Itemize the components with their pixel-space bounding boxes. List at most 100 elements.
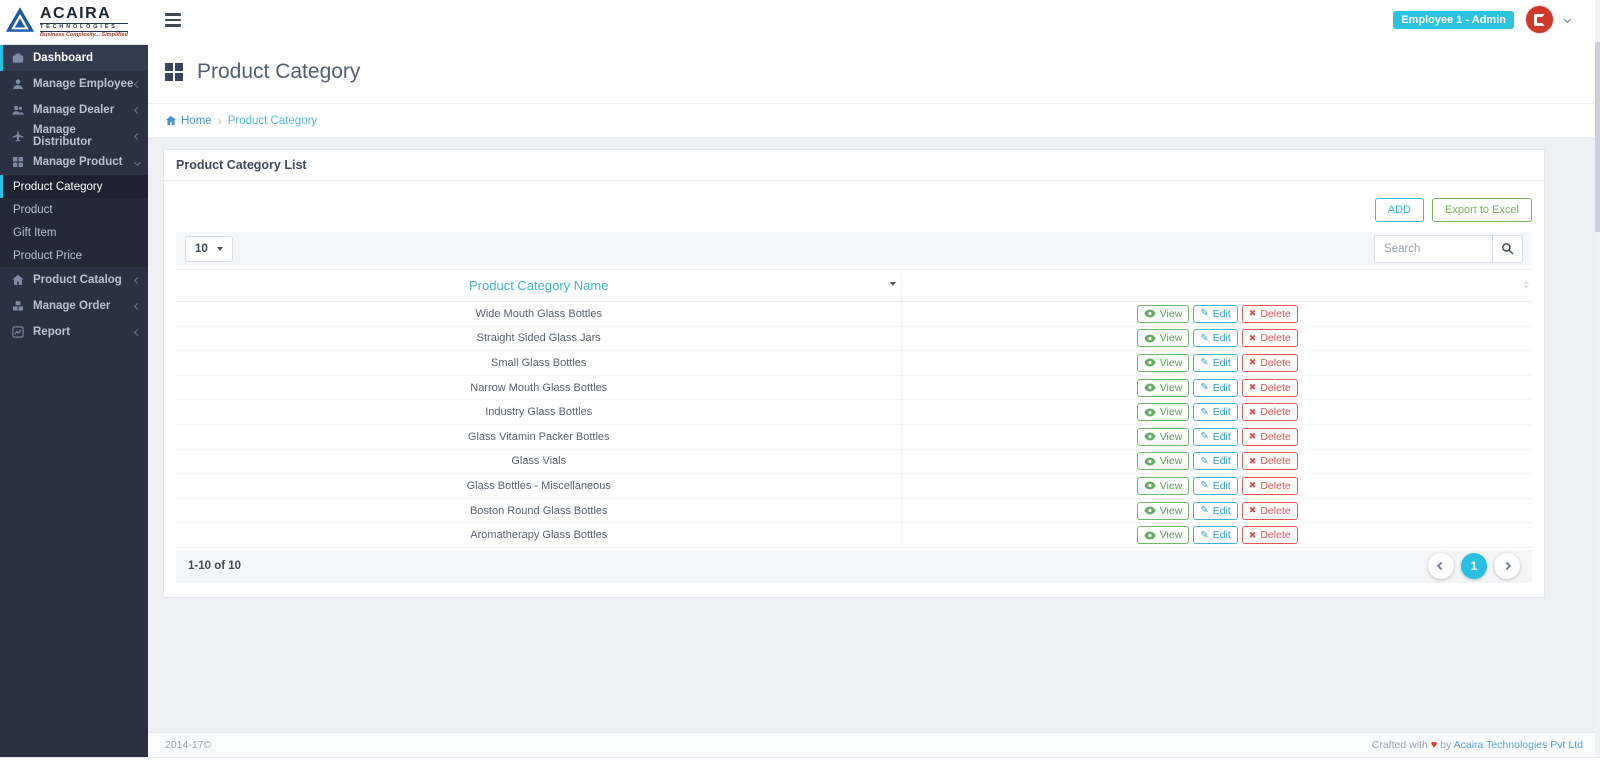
delete-button[interactable]: ✖ Delete	[1242, 428, 1298, 446]
table-body: Wide Mouth Glass Bottles View ✎ Edit ✖ D…	[176, 302, 1532, 548]
sidebar-item-manage-product[interactable]: Manage Product	[0, 149, 148, 175]
sidebar-item-label: Product Category	[13, 181, 140, 193]
avatar[interactable]	[1526, 6, 1553, 33]
table-row: Straight Sided Glass Jars View ✎ Edit ✖ …	[176, 327, 1532, 352]
actions-cell: View ✎ Edit ✖ Delete	[901, 302, 1532, 326]
x-icon: ✖	[1249, 456, 1257, 467]
edit-button[interactable]: ✎ Edit	[1193, 526, 1237, 544]
pagination-next-button[interactable]	[1494, 553, 1520, 579]
sidebar-item-manage-distributor[interactable]: Manage Distributor	[0, 123, 148, 149]
pencil-icon: ✎	[1200, 530, 1208, 541]
delete-button[interactable]: ✖ Delete	[1242, 305, 1298, 323]
search-button[interactable]	[1492, 235, 1523, 263]
view-button[interactable]: View	[1137, 477, 1190, 495]
boxes-icon	[12, 300, 26, 312]
logo[interactable]: ACAIRA TECHNOLOGIES Business Complexity.…	[0, 0, 148, 45]
view-button[interactable]: View	[1137, 428, 1190, 446]
pencil-icon: ✎	[1200, 357, 1208, 368]
logo-name: ACAIRA	[40, 6, 128, 22]
column-header-actions[interactable]	[901, 270, 1532, 301]
view-button[interactable]: View	[1137, 502, 1190, 520]
view-button[interactable]: View	[1137, 379, 1190, 397]
column-header-product-category-name[interactable]: Product Category Name	[176, 278, 901, 293]
sidebar-item-product-price[interactable]: Product Price	[0, 244, 148, 267]
chart-icon	[12, 326, 26, 338]
topbar: Employee 1 - Admin	[148, 0, 1600, 40]
sidebar-item-report[interactable]: Report	[0, 319, 148, 345]
user-role-badge[interactable]: Employee 1 - Admin	[1393, 11, 1514, 29]
delete-button[interactable]: ✖ Delete	[1242, 526, 1298, 544]
view-button[interactable]: View	[1137, 403, 1190, 421]
add-button[interactable]: ADD	[1375, 198, 1424, 222]
company-link[interactable]: Acaira Technologies Pvt Ltd	[1454, 739, 1583, 751]
hamburger-menu-icon[interactable]	[165, 13, 181, 30]
sidebar-item-manage-employee[interactable]: Manage Employee	[0, 71, 148, 97]
delete-button[interactable]: ✖ Delete	[1242, 452, 1298, 470]
view-button[interactable]: View	[1137, 305, 1190, 323]
briefcase-icon	[12, 52, 26, 64]
sidebar-item-product[interactable]: Product	[0, 198, 148, 221]
scrollbar-thumb[interactable]	[1595, 42, 1600, 232]
pencil-icon: ✎	[1200, 308, 1208, 319]
chevron-icon	[134, 328, 141, 335]
eye-icon	[1144, 481, 1156, 490]
table-row: Glass Vials View ✎ Edit ✖ Delete	[176, 450, 1532, 475]
actions-cell: View ✎ Edit ✖ Delete	[901, 376, 1532, 400]
sidebar-item-product-category[interactable]: Product Category	[0, 175, 148, 198]
table-row: Glass Vitamin Packer Bottles View ✎ Edit…	[176, 425, 1532, 450]
actions-cell: View ✎ Edit ✖ Delete	[901, 474, 1532, 498]
page-size-select[interactable]: 10	[185, 236, 233, 262]
chevron-icon	[134, 302, 141, 309]
delete-button[interactable]: ✖ Delete	[1242, 329, 1298, 347]
user-icon	[12, 78, 26, 90]
sidebar-item-label: Product Price	[13, 250, 140, 262]
edit-button[interactable]: ✎ Edit	[1193, 428, 1237, 446]
sidebar-item-product-catalog[interactable]: Product Catalog	[0, 267, 148, 293]
category-cell: Aromatherapy Glass Bottles	[176, 529, 901, 541]
pagination-prev-button[interactable]	[1428, 553, 1454, 579]
sidebar: ACAIRA TECHNOLOGIES Business Complexity.…	[0, 0, 148, 757]
pagination-page-1[interactable]: 1	[1461, 553, 1487, 579]
search-input[interactable]	[1374, 235, 1492, 263]
pencil-icon: ✎	[1200, 382, 1208, 393]
sidebar-item-label: Manage Product	[33, 156, 135, 168]
edit-button[interactable]: ✎ Edit	[1193, 379, 1237, 397]
delete-button[interactable]: ✖ Delete	[1242, 403, 1298, 421]
breadcrumb-home-link[interactable]: Home	[165, 115, 212, 127]
edit-button[interactable]: ✎ Edit	[1193, 329, 1237, 347]
view-button[interactable]: View	[1137, 329, 1190, 347]
view-button[interactable]: View	[1137, 526, 1190, 544]
view-button[interactable]: View	[1137, 452, 1190, 470]
edit-button[interactable]: ✎ Edit	[1193, 354, 1237, 372]
edit-button[interactable]: ✎ Edit	[1193, 403, 1237, 421]
edit-button[interactable]: ✎ Edit	[1193, 452, 1237, 470]
grid-icon	[12, 156, 26, 168]
chevron-icon	[134, 276, 141, 283]
chevron-icon	[134, 158, 141, 165]
sidebar-item-dashboard[interactable]: Dashboard	[0, 45, 148, 71]
eye-icon	[1144, 408, 1156, 417]
delete-button[interactable]: ✖ Delete	[1242, 477, 1298, 495]
delete-button[interactable]: ✖ Delete	[1242, 502, 1298, 520]
pencil-icon: ✎	[1200, 505, 1208, 516]
export-to-excel-button[interactable]: Export to Excel	[1432, 198, 1532, 222]
pencil-icon: ✎	[1200, 480, 1208, 491]
delete-button[interactable]: ✖ Delete	[1242, 354, 1298, 372]
breadcrumb-current[interactable]: Product Category	[228, 115, 318, 127]
edit-button[interactable]: ✎ Edit	[1193, 502, 1237, 520]
chevron-down-icon[interactable]	[1564, 16, 1571, 23]
category-cell: Small Glass Bottles	[176, 357, 901, 369]
sidebar-item-gift-item[interactable]: Gift Item	[0, 221, 148, 244]
vertical-scrollbar[interactable]	[1595, 0, 1600, 757]
table-toolbar: 10	[176, 232, 1532, 265]
delete-button[interactable]: ✖ Delete	[1242, 379, 1298, 397]
sidebar-menu: Dashboard Manage Employee Manage Dealer …	[0, 45, 148, 345]
edit-button[interactable]: ✎ Edit	[1193, 477, 1237, 495]
caret-down-icon	[217, 247, 223, 251]
product-category-panel: Product Category List ADD Export to Exce…	[163, 149, 1545, 598]
edit-button[interactable]: ✎ Edit	[1193, 305, 1237, 323]
eye-icon	[1144, 531, 1156, 540]
view-button[interactable]: View	[1137, 354, 1190, 372]
sidebar-item-manage-order[interactable]: Manage Order	[0, 293, 148, 319]
sidebar-item-manage-dealer[interactable]: Manage Dealer	[0, 97, 148, 123]
